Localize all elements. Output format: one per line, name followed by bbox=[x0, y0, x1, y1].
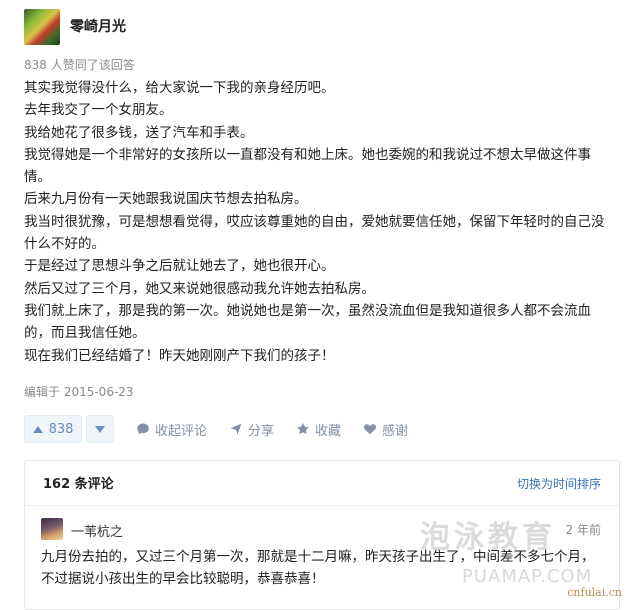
share-label: 分享 bbox=[248, 423, 275, 439]
answer-paragraph: 然后又过了三个月，她又来说她很感动我允许她去拍私房。 bbox=[24, 280, 375, 297]
comment-author[interactable]: 一苇杭之 bbox=[71, 521, 123, 540]
arrow-down-icon bbox=[95, 425, 105, 433]
collect-button[interactable]: 收藏 bbox=[296, 420, 341, 439]
answer-paragraph: 后来九月份有一天她跟我说国庆节想去拍私房。 bbox=[24, 191, 308, 208]
collapse-comments-button[interactable]: 收起评论 bbox=[136, 420, 207, 439]
answer-paragraph: 我给她花了很多钱，送了汽车和手表。 bbox=[24, 124, 254, 141]
comments-divider bbox=[25, 505, 619, 506]
watermark-url: PUAMAP.COM bbox=[462, 566, 593, 587]
share-button[interactable]: 分享 bbox=[229, 420, 274, 439]
comments-count: 162 条评论 bbox=[43, 477, 114, 492]
watermark-corner: cnfulai.cn bbox=[567, 586, 622, 599]
author-avatar[interactable] bbox=[24, 9, 60, 45]
answer-paragraph: 我们就上床了，那是我的第一次。她说她也是第一次，虽然没流血但是我知道很多人都不会… bbox=[24, 302, 591, 342]
answer-actions: 838 收起评论 分享 收藏 感谢 bbox=[24, 414, 408, 444]
edited-date[interactable]: 编辑于 2015-06-23 bbox=[24, 383, 134, 400]
author-name[interactable]: 零崎月光 bbox=[70, 16, 126, 36]
answer-content: 其实我觉得没什么，给大家说一下我的亲身经历吧。 去年我交了一个女朋友。 我给她花… bbox=[24, 77, 609, 367]
answer-paragraph: 去年我交了一个女朋友。 bbox=[24, 102, 173, 119]
share-icon bbox=[230, 423, 242, 435]
answer-paragraph: 我觉得她是一个非常好的女孩所以一直都没有和她上床。她也委婉的和我说过不想太早做这… bbox=[24, 146, 591, 186]
watermark-logo: 泡泳教育 bbox=[420, 520, 556, 555]
star-icon bbox=[297, 423, 309, 435]
sort-toggle-link[interactable]: 切换为时间排序 bbox=[517, 475, 601, 492]
thanks-label: 感谢 bbox=[382, 423, 409, 439]
answer-paragraph: 现在我们已经结婚了！昨天她刚刚产下我们的孩子！ bbox=[24, 347, 335, 364]
answer-paragraph: 其实我觉得没什么，给大家说一下我的亲身经历吧。 bbox=[24, 80, 335, 96]
collect-label: 收藏 bbox=[315, 423, 342, 439]
answer-paragraph: 我当时很犹豫，可是想想看觉得，哎应该尊重她的自由，爱她就要信任她，保留下年轻时的… bbox=[24, 213, 605, 253]
comment-avatar[interactable] bbox=[41, 518, 63, 540]
vote-count: 838 bbox=[48, 421, 74, 437]
comment-icon bbox=[137, 423, 149, 435]
collapse-comments-label: 收起评论 bbox=[155, 423, 208, 439]
answer-paragraph: 于是经过了思想斗争之后就让她去了，她也很开心。 bbox=[24, 258, 335, 275]
comment-time: 2 年前 bbox=[565, 523, 601, 537]
vote-summary[interactable]: 838 人赞同了该回答 bbox=[24, 56, 135, 73]
heart-icon bbox=[364, 424, 377, 435]
vote-down-button[interactable] bbox=[86, 415, 114, 443]
arrow-up-icon bbox=[32, 425, 43, 433]
vote-up-button[interactable]: 838 bbox=[24, 415, 82, 443]
thanks-button[interactable]: 感谢 bbox=[363, 420, 408, 439]
